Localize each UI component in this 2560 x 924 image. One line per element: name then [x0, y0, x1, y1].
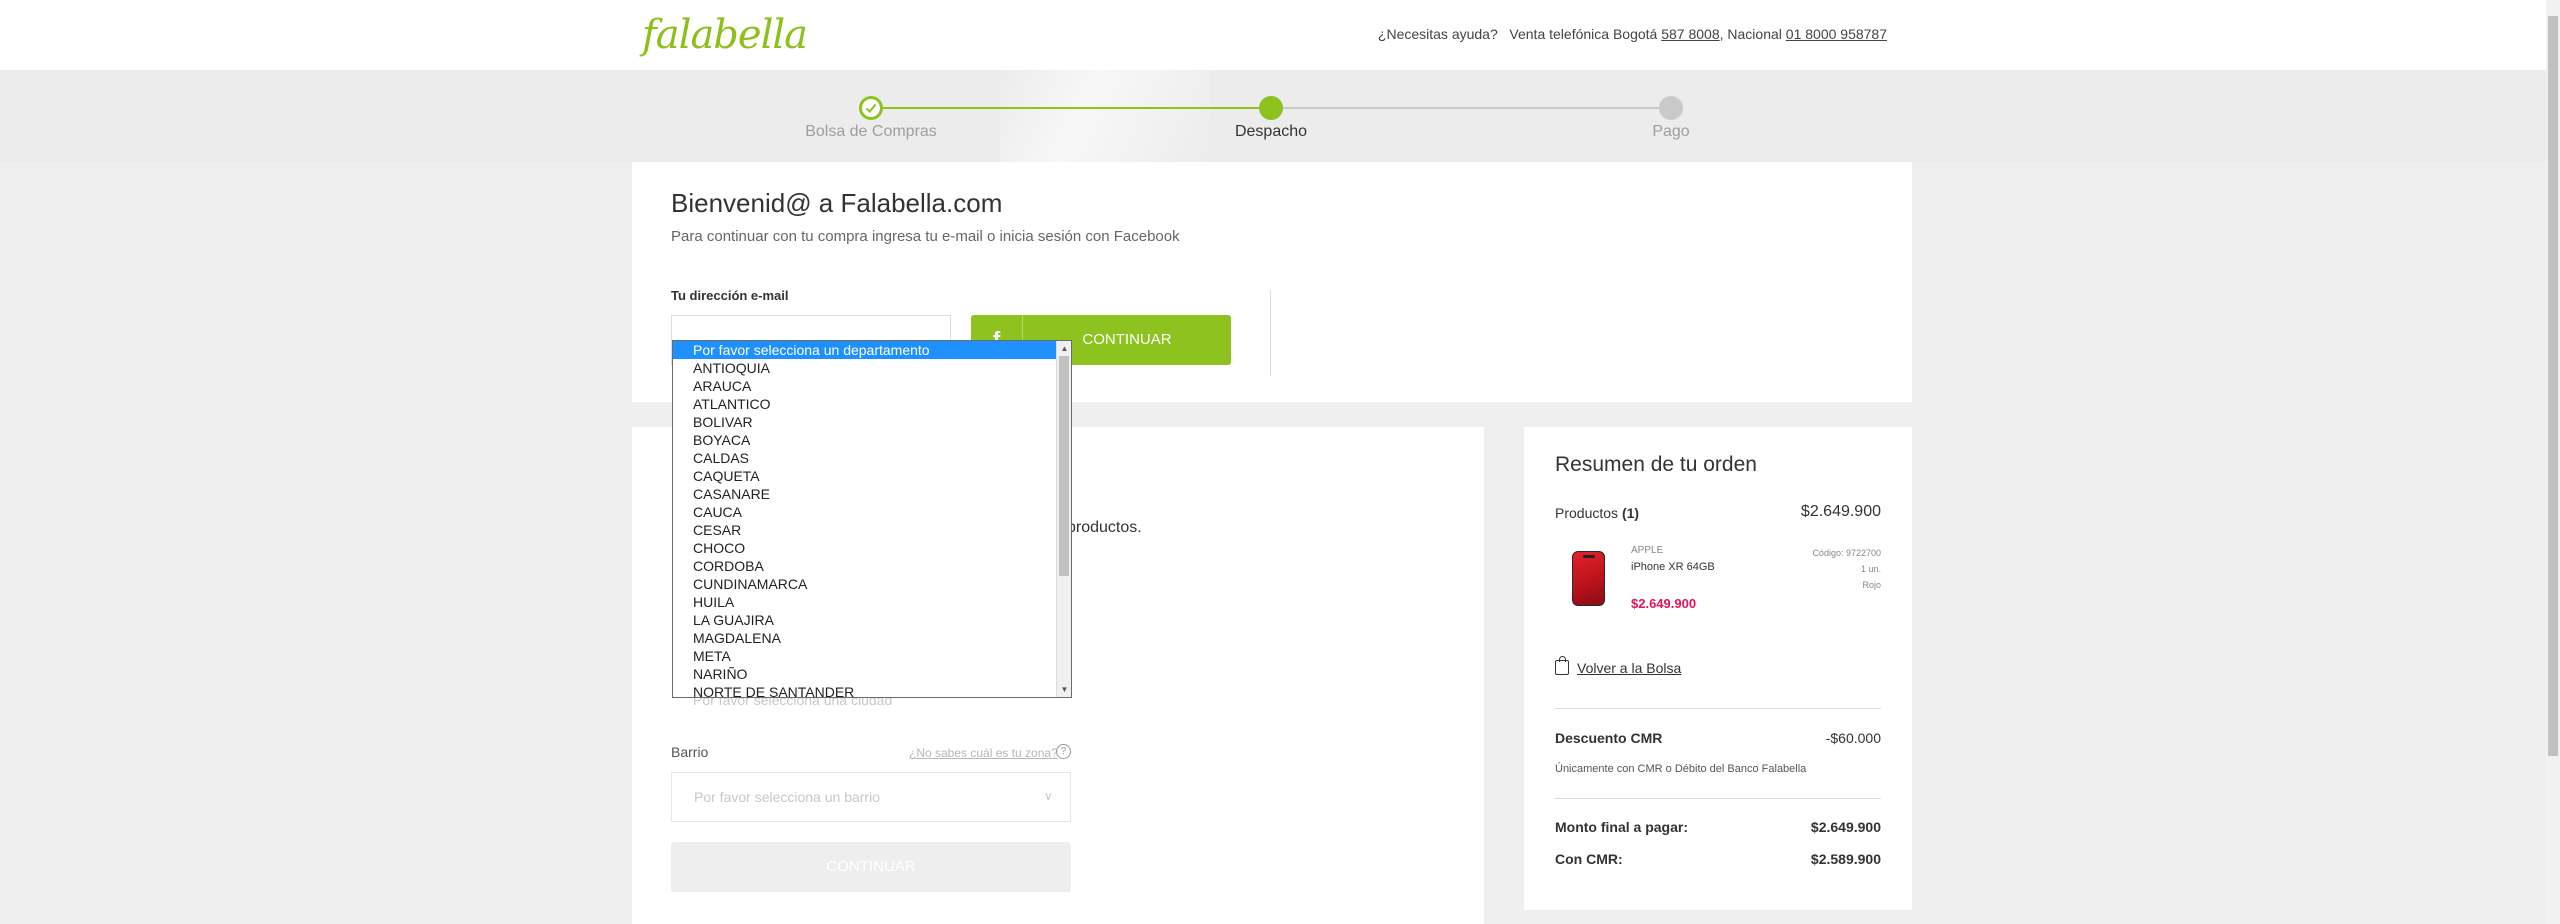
- product-thumbnail: [1572, 551, 1605, 606]
- step-despacho-dot: [1259, 96, 1283, 120]
- shipping-continue-button[interactable]: CONTINUAR: [671, 842, 1071, 892]
- department-option[interactable]: BOYACA: [673, 431, 1056, 449]
- email-label: Tu dirección e-mail: [671, 288, 789, 303]
- product-meta: Código: 9722700 1 un. Rojo: [1812, 545, 1881, 593]
- falabella-logo[interactable]: falabella: [642, 12, 808, 58]
- department-option[interactable]: CUNDINAMARCA: [673, 575, 1056, 593]
- step-pago-label: Pago: [1652, 123, 1690, 140]
- back-to-bag-label: Volver a la Bolsa: [1577, 660, 1682, 676]
- step-pago-dot: [1659, 96, 1683, 120]
- department-option[interactable]: CASANARE: [673, 485, 1056, 503]
- step-despacho-label: Despacho: [1234, 123, 1308, 140]
- products-label: Productos: [1555, 505, 1619, 521]
- summary-title: Resumen de tu orden: [1555, 453, 1757, 476]
- phone-bogota-link[interactable]: 587 8008: [1661, 26, 1719, 42]
- welcome-title: Bienvenid@ a Falabella.com: [671, 188, 1003, 218]
- cmr-amount-value: $2.589.900: [1810, 851, 1881, 867]
- product-name: iPhone XR 64GB: [1631, 561, 1715, 573]
- department-dropdown-list[interactable]: Por favor selecciona un departamento ANT…: [672, 340, 1072, 698]
- scroll-down-icon[interactable]: ▼: [1057, 682, 1071, 697]
- step-bolsa-label[interactable]: Bolsa de Compras: [751, 123, 991, 141]
- department-option[interactable]: NARIÑO: [673, 665, 1056, 683]
- department-option[interactable]: CHOCO: [673, 539, 1056, 557]
- back-to-bag-link[interactable]: Volver a la Bolsa: [1555, 656, 1682, 676]
- top-header: falabella ¿Necesitas ayuda? Venta telefó…: [0, 0, 2546, 70]
- final-amount-value: $2.649.900: [1810, 819, 1881, 835]
- dropdown-scrollbar[interactable]: ▲ ▼: [1056, 341, 1071, 697]
- products-count-value: (1): [1621, 505, 1640, 521]
- shopping-bag-icon: [1555, 656, 1569, 675]
- phone-national-link[interactable]: 01 8000 958787: [1786, 26, 1887, 42]
- department-option[interactable]: Por favor selecciona un departamento: [673, 341, 1056, 359]
- department-option[interactable]: HUILA: [673, 593, 1056, 611]
- department-option[interactable]: META: [673, 647, 1056, 665]
- step-progress-line-done: [871, 107, 1271, 109]
- zona-help-link[interactable]: ¿No sabes cuál es tu zona?: [909, 746, 1058, 760]
- step-progress-line-pending: [1271, 107, 1671, 109]
- department-option[interactable]: NORTE DE SANTANDER: [673, 683, 1056, 697]
- help-question-icon[interactable]: ?: [1056, 744, 1071, 759]
- final-amount-label: Monto final a pagar:: [1555, 819, 1688, 835]
- department-option[interactable]: LA GUAJIRA: [673, 611, 1056, 629]
- chevron-down-icon: ∨: [1044, 789, 1053, 803]
- summary-divider: [1555, 798, 1881, 799]
- department-option[interactable]: ATLANTICO: [673, 395, 1056, 413]
- department-option[interactable]: CORDOBA: [673, 557, 1056, 575]
- discount-value: -$60.000: [1825, 730, 1881, 746]
- barrio-placeholder: Por favor selecciona un barrio: [694, 789, 880, 805]
- page-scroll-thumb[interactable]: [2548, 16, 2558, 756]
- product-quantity: 1 un.: [1860, 564, 1881, 574]
- cmr-note: Únicamente con CMR o Débito del Banco Fa…: [1555, 763, 1807, 775]
- product-brand: APPLE: [1631, 545, 1664, 556]
- shipping-partial-text: productos.: [1067, 519, 1142, 536]
- products-count: Productos (1): [1555, 505, 1639, 521]
- products-total: $2.649.900: [1800, 503, 1881, 520]
- help-question: ¿Necesitas ayuda?: [1377, 26, 1498, 42]
- barrio-select[interactable]: Por favor selecciona un barrio ∨: [671, 772, 1071, 822]
- product-price: $2.649.900: [1631, 596, 1697, 611]
- welcome-subtitle: Para continuar con tu compra ingresa tu …: [671, 228, 1180, 245]
- sales-label: Venta telefónica Bogotá: [1509, 26, 1658, 42]
- dropdown-scroll-thumb[interactable]: [1059, 356, 1069, 576]
- department-option[interactable]: CAUCA: [673, 503, 1056, 521]
- help-contact: ¿Necesitas ayuda? Venta telefónica Bogot…: [1378, 26, 1887, 42]
- scroll-up-icon[interactable]: ▲: [1057, 341, 1071, 356]
- product-color: Rojo: [1862, 580, 1881, 590]
- vertical-divider: [1270, 290, 1271, 376]
- department-option[interactable]: MAGDALENA: [673, 629, 1056, 647]
- summary-divider: [1555, 708, 1881, 709]
- band-decoration: [1000, 70, 1210, 162]
- department-option[interactable]: ARAUCA: [673, 377, 1056, 395]
- national-label: , Nacional: [1719, 26, 1782, 42]
- step-bolsa-check-icon[interactable]: [859, 96, 883, 120]
- department-option[interactable]: ANTIOQUIA: [673, 359, 1056, 377]
- department-option[interactable]: CESAR: [673, 521, 1056, 539]
- department-option[interactable]: BOLIVAR: [673, 413, 1056, 431]
- cmr-amount-label: Con CMR:: [1555, 851, 1623, 867]
- department-option[interactable]: CAQUETA: [673, 467, 1056, 485]
- product-code: Código: 9722700: [1812, 548, 1881, 558]
- page-scrollbar[interactable]: [2546, 0, 2560, 924]
- barrio-label: Barrio: [671, 744, 709, 760]
- discount-label: Descuento CMR: [1555, 730, 1663, 746]
- department-option[interactable]: CALDAS: [673, 449, 1056, 467]
- department-options: Por favor selecciona un departamento ANT…: [673, 341, 1056, 697]
